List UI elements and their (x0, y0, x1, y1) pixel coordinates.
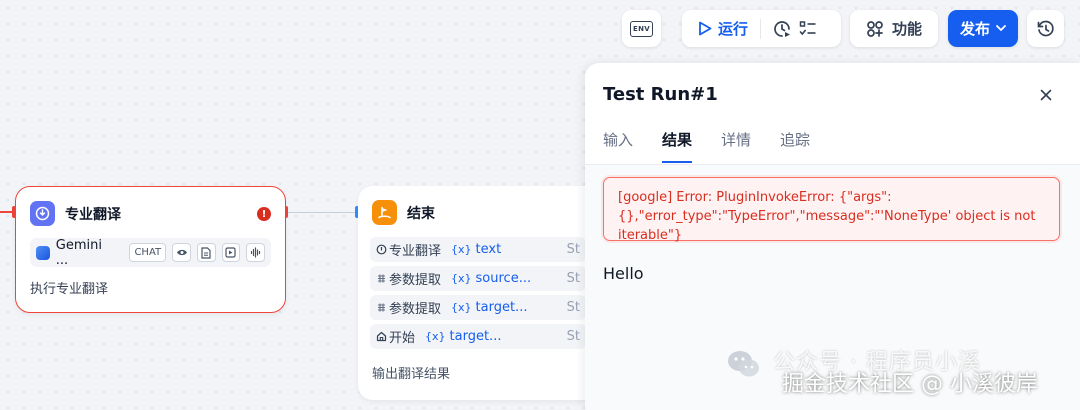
variable-name: text (475, 242, 502, 257)
features-icon (867, 20, 883, 37)
output-variable-row: 参数提取 {x} target... St (370, 295, 586, 320)
tab-details[interactable]: 详情 (721, 129, 751, 163)
play-icon (699, 21, 712, 36)
model-mode-tag: CHAT (129, 243, 167, 262)
run-label: 运行 (718, 20, 749, 38)
run-history-button[interactable] (769, 16, 795, 42)
end-node-icon (372, 200, 397, 225)
variable-name: source... (475, 271, 532, 286)
features-label: 功能 (891, 20, 922, 38)
node-description: 输出翻译结果 (372, 367, 451, 382)
variable-name: target... (475, 300, 528, 315)
end-node[interactable]: 结束 专业翻译 {x} text St 参数提取 {x} source... S… (358, 186, 598, 400)
variable-type: St (566, 300, 580, 315)
model-name: Gemini ... (55, 237, 102, 268)
run-toolbar-group: 运行 (682, 10, 841, 47)
error-indicator-icon: ! (257, 207, 271, 221)
tab-input[interactable]: 输入 (603, 129, 633, 163)
connection-edge[interactable] (288, 212, 356, 213)
parameter-extractor-icon (378, 274, 385, 283)
close-icon (1040, 89, 1052, 101)
llm-node-icon (30, 201, 55, 226)
close-button[interactable] (1036, 85, 1056, 105)
variable-icon: {x} (425, 330, 446, 343)
output-variable-row: 参数提取 {x} source... St (370, 266, 586, 291)
run-button[interactable]: 运行 (690, 18, 748, 39)
variable-icon: {x} (451, 272, 472, 285)
node-title: 专业翻译 (65, 206, 121, 223)
clock-play-icon (774, 20, 791, 37)
variable-icon: {x} (451, 243, 472, 256)
home-icon (376, 331, 387, 342)
variable-type: St (566, 271, 580, 286)
translate-node[interactable]: 专业翻译 ! Gemini ... CHAT 执行专业翻译 (15, 186, 286, 313)
checklist-button[interactable] (795, 16, 821, 42)
variable-source: 开始 (389, 331, 416, 346)
version-history-button[interactable] (1027, 10, 1064, 47)
variable-icon: {x} (451, 301, 472, 314)
checklist-icon (799, 20, 816, 35)
model-selector[interactable]: Gemini ... CHAT (30, 237, 271, 268)
variable-source: 参数提取 (389, 273, 442, 288)
toolbar-divider (760, 18, 762, 39)
result-output: Hello (603, 264, 644, 283)
tab-result[interactable]: 结果 (662, 129, 693, 163)
output-variable-row: 开始 {x} target... St (370, 324, 586, 349)
error-message: [google] Error: PluginInvokeError: {"arg… (603, 177, 1060, 243)
chevron-down-icon (996, 25, 1006, 32)
node-description: 执行专业翻译 (30, 282, 109, 297)
watermark-line2: 掘金技术社区 @ 小溪彼岸 (782, 372, 1038, 397)
variable-name: target... (449, 329, 502, 344)
parameter-extractor-icon (378, 303, 385, 312)
tab-trace[interactable]: 追踪 (780, 129, 810, 163)
output-variable-row: 专业翻译 {x} text St (370, 237, 586, 262)
publish-label: 发布 (959, 20, 990, 38)
env-icon: ENV (630, 20, 653, 37)
wechat-icon (728, 351, 759, 377)
gemini-logo-icon (36, 245, 50, 260)
panel-title: Test Run#1 (603, 84, 718, 105)
history-icon (1037, 20, 1054, 36)
variable-type: St (566, 242, 580, 257)
panel-tabs: 输入 结果 详情 追踪 (603, 129, 810, 163)
node-title: 结束 (407, 205, 435, 222)
video-icon (221, 243, 241, 262)
variable-source: 专业翻译 (389, 244, 442, 259)
publish-button[interactable]: 发布 (948, 10, 1018, 47)
features-button[interactable]: 功能 (850, 10, 938, 47)
vision-icon (172, 243, 191, 262)
env-button[interactable]: ENV (622, 10, 661, 47)
variable-source: 参数提取 (389, 302, 442, 317)
llm-small-icon (376, 244, 387, 255)
variable-type: St (566, 329, 580, 344)
document-icon (196, 243, 216, 262)
audio-icon (246, 243, 266, 262)
